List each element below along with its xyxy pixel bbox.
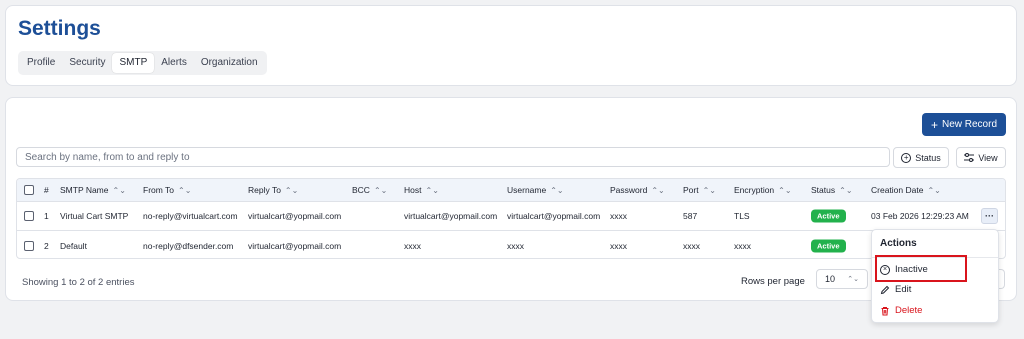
new-record-button[interactable]: + New Record bbox=[922, 113, 1006, 136]
cell-encryption: TLS bbox=[734, 211, 750, 221]
select-all-checkbox[interactable] bbox=[24, 185, 34, 195]
column-header-password[interactable]: Password ⌃⌄ bbox=[610, 185, 665, 195]
settings-tabs: Profile Security SMTP Alerts Organizatio… bbox=[18, 51, 267, 75]
cell-username: virtualcart@yopmail.com bbox=[507, 211, 601, 221]
table-row: 2 Default no-reply@dfsender.com virtualc… bbox=[17, 231, 1005, 258]
status-badge: Active bbox=[811, 239, 846, 252]
sort-icon: ⌃⌄ bbox=[284, 186, 299, 195]
column-header-bcc-label: BCC bbox=[352, 185, 370, 195]
status-badge: Active bbox=[811, 209, 846, 223]
menu-item-delete-label: Delete bbox=[895, 305, 923, 316]
column-header-reply-to[interactable]: Reply To ⌃⌄ bbox=[248, 185, 298, 195]
sort-icon: ⌃⌄ bbox=[702, 186, 716, 195]
cell-port: 587 bbox=[683, 211, 698, 221]
column-header-reply-to-label: Reply To bbox=[248, 185, 281, 195]
sort-icon: ⌃⌄ bbox=[651, 186, 665, 195]
pencil-icon bbox=[880, 285, 890, 294]
sliders-icon bbox=[964, 153, 975, 162]
column-header-smtp-name[interactable]: SMTP Name ⌃⌄ bbox=[60, 185, 126, 195]
menu-item-edit-label: Edit bbox=[895, 284, 912, 295]
view-options-label: View bbox=[978, 152, 998, 163]
column-header-number: # bbox=[44, 185, 49, 195]
tab-profile[interactable]: Profile bbox=[20, 53, 62, 73]
trash-icon bbox=[881, 306, 889, 315]
plus-circle-icon: + bbox=[901, 152, 912, 163]
cell-smtp-name: Default bbox=[60, 240, 87, 251]
actions-menu-title: Actions bbox=[880, 238, 917, 249]
chevron-up-down-icon: ⌃⌄ bbox=[847, 276, 859, 283]
sort-icon: ⌃⌄ bbox=[927, 186, 941, 195]
column-header-bcc[interactable]: BCC ⌃⌄ bbox=[352, 185, 387, 195]
sort-icon: ⌃⌄ bbox=[373, 186, 388, 195]
sort-icon: ⌃⌄ bbox=[778, 186, 792, 195]
column-header-port-label: Port bbox=[683, 185, 699, 195]
cell-password: xxxx bbox=[610, 240, 627, 251]
column-header-username-label: Username bbox=[507, 185, 547, 195]
column-header-from-to-label: From To bbox=[143, 185, 175, 195]
tab-alerts[interactable]: Alerts bbox=[154, 53, 194, 73]
row-checkbox[interactable] bbox=[24, 240, 34, 251]
column-header-port[interactable]: Port ⌃⌄ bbox=[683, 185, 716, 195]
cell-password: xxxx bbox=[610, 211, 627, 221]
column-header-smtp-name-label: SMTP Name bbox=[60, 185, 109, 195]
column-header-status[interactable]: Status ⌃⌄ bbox=[811, 185, 853, 195]
row-checkbox[interactable] bbox=[24, 211, 34, 221]
tab-security[interactable]: Security bbox=[62, 53, 112, 73]
plus-icon: + bbox=[930, 117, 938, 132]
cell-from-to: no-reply@virtualcart.com bbox=[143, 211, 238, 221]
column-header-status-label: Status bbox=[811, 185, 836, 195]
tab-organization[interactable]: Organization bbox=[194, 53, 265, 73]
cell-creation-date: 03 Feb 2026 12:29:23 AM bbox=[871, 211, 969, 221]
cell-encryption: xxxx bbox=[734, 240, 751, 251]
view-options-button[interactable]: View bbox=[956, 147, 1006, 168]
sort-icon: ⌃⌄ bbox=[112, 186, 126, 195]
sort-icon: ⌃⌄ bbox=[425, 186, 439, 195]
column-header-encryption[interactable]: Encryption ⌃⌄ bbox=[734, 185, 792, 195]
table-row: 1 Virtual Cart SMTP no-reply@virtualcart… bbox=[17, 202, 1005, 231]
sort-icon: ⌃⌄ bbox=[178, 186, 192, 195]
search-input[interactable] bbox=[16, 147, 890, 167]
settings-header-card: Settings Profile Security SMTP Alerts Or… bbox=[5, 5, 1017, 86]
cell-host: xxxx bbox=[404, 240, 421, 251]
cell-host: virtualcart@yopmail.com bbox=[404, 211, 498, 221]
rows-per-page-value: 10 bbox=[825, 274, 836, 284]
column-header-encryption-label: Encryption bbox=[734, 185, 775, 195]
column-header-creation-date-label: Creation Date bbox=[871, 185, 924, 195]
cell-from-to: no-reply@dfsender.com bbox=[143, 240, 234, 251]
status-filter-button[interactable]: + Status bbox=[893, 147, 949, 168]
sort-icon: ⌃⌄ bbox=[550, 186, 564, 195]
more-horizontal-icon: ··· bbox=[985, 211, 994, 221]
rows-per-page-label: Rows per page bbox=[741, 276, 805, 287]
column-header-host[interactable]: Host ⌃⌄ bbox=[404, 185, 439, 195]
row-number: 1 bbox=[44, 211, 49, 221]
cell-reply-to: virtualcart@yopmail.com bbox=[248, 211, 342, 221]
column-header-from-to[interactable]: From To ⌃⌄ bbox=[143, 185, 191, 195]
status-filter-label: Status bbox=[915, 152, 941, 163]
column-header-username[interactable]: Username ⌃⌄ bbox=[507, 185, 564, 195]
cell-reply-to: virtualcart@yopmail.com bbox=[248, 240, 342, 251]
cell-smtp-name: Virtual Cart SMTP bbox=[60, 211, 129, 221]
entries-summary: Showing 1 to 2 of 2 entries bbox=[22, 277, 135, 288]
tab-smtp[interactable]: SMTP bbox=[112, 53, 155, 73]
highlight-box bbox=[875, 255, 967, 282]
column-header-password-label: Password bbox=[610, 185, 648, 195]
menu-item-delete[interactable]: Delete bbox=[880, 305, 922, 316]
sort-icon: ⌃⌄ bbox=[839, 186, 853, 195]
cell-port: xxxx bbox=[683, 240, 700, 251]
column-header-host-label: Host bbox=[404, 185, 422, 195]
new-record-label: New Record bbox=[941, 119, 998, 130]
page-title: Settings bbox=[18, 17, 101, 40]
row-number: 2 bbox=[44, 240, 49, 251]
cell-username: xxxx bbox=[507, 240, 524, 251]
table-header: # SMTP Name ⌃⌄ From To ⌃⌄ Reply To ⌃⌄ BCC ⌃⌄… bbox=[17, 179, 1005, 202]
rows-per-page-select[interactable]: 10 ⌃⌄ bbox=[816, 269, 868, 289]
menu-item-edit[interactable]: Edit bbox=[880, 284, 911, 295]
row-actions-button[interactable]: ··· bbox=[981, 208, 998, 224]
smtp-table: # SMTP Name ⌃⌄ From To ⌃⌄ Reply To ⌃⌄ BCC ⌃⌄… bbox=[16, 178, 1006, 259]
column-header-creation-date[interactable]: Creation Date ⌃⌄ bbox=[871, 185, 941, 195]
